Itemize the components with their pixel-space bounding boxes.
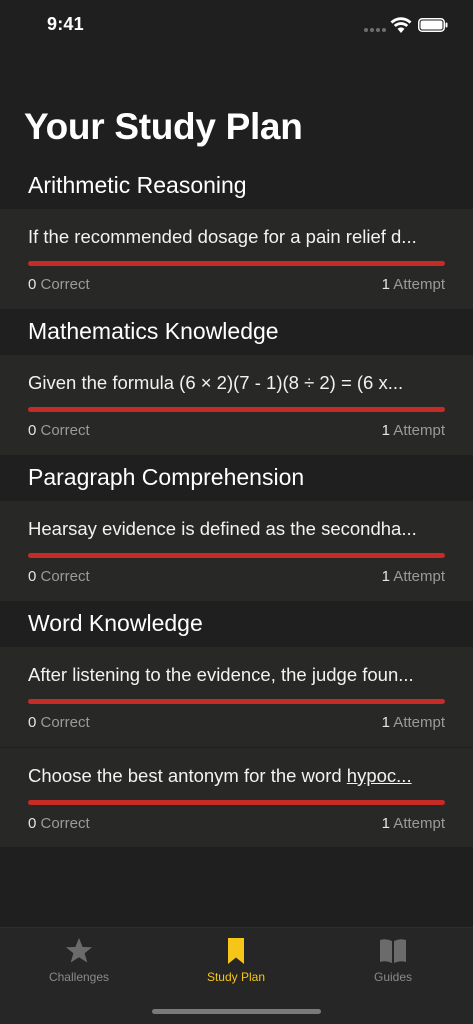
book-icon: [380, 939, 406, 963]
question-text: Hearsay evidence is defined as the secon…: [28, 518, 417, 539]
question-card[interactable]: Choose the best antonym for the word hyp…: [0, 747, 473, 847]
wifi-icon: [390, 17, 412, 33]
question-card[interactable]: Given the formula (6 × 2)(7 - 1)(8 ÷ 2) …: [0, 355, 473, 455]
tab-guides[interactable]: Guides: [333, 936, 453, 984]
section-header-mathematics-knowledge: Mathematics Knowledge: [0, 309, 473, 355]
tab-challenges[interactable]: Challenges: [19, 936, 139, 984]
underlined-word: hypoc...: [346, 765, 412, 786]
progress-bar: [28, 261, 445, 266]
attempt-count: 1 Attempt: [381, 815, 445, 832]
attempt-count: 1 Attempt: [381, 276, 445, 293]
question-text: Choose the best antonym for the word hyp…: [28, 765, 412, 786]
section-header-word-knowledge: Word Knowledge: [0, 601, 473, 647]
bookmark-icon: [228, 938, 244, 964]
attempt-count: 1 Attempt: [381, 568, 445, 585]
question-card[interactable]: After listening to the evidence, the jud…: [0, 647, 473, 747]
progress-bar: [28, 407, 445, 412]
cellular-signal-icon: [364, 28, 386, 32]
question-text: If the recommended dosage for a pain rel…: [28, 226, 417, 247]
tab-study-plan[interactable]: Study Plan: [176, 936, 296, 984]
question-text: Given the formula (6 × 2)(7 - 1)(8 ÷ 2) …: [28, 372, 404, 393]
battery-icon: [418, 18, 448, 32]
progress-bar: [28, 800, 445, 805]
tab-label: Study Plan: [206, 970, 266, 984]
status-bar: 9:41: [0, 0, 473, 52]
study-plan-list: Arithmetic Reasoning If the recommended …: [0, 163, 473, 847]
correct-count: 0 Correct: [28, 714, 90, 731]
tab-label: Challenges: [48, 970, 110, 984]
progress-bar: [28, 699, 445, 704]
correct-count: 0 Correct: [28, 815, 90, 832]
section-header-paragraph-comprehension: Paragraph Comprehension: [0, 455, 473, 501]
correct-count: 0 Correct: [28, 568, 90, 585]
correct-count: 0 Correct: [28, 276, 90, 293]
home-indicator: [152, 1009, 321, 1014]
tab-label: Guides: [373, 970, 413, 984]
attempt-count: 1 Attempt: [381, 422, 445, 439]
question-card[interactable]: If the recommended dosage for a pain rel…: [0, 209, 473, 309]
progress-bar: [28, 553, 445, 558]
section-header-arithmetic-reasoning: Arithmetic Reasoning: [0, 163, 473, 209]
page-title: Your Study Plan: [24, 106, 303, 147]
status-time: 9:41: [47, 14, 84, 34]
screen: 9:41 Your Study Plan Arithmetic Reasonin…: [0, 0, 473, 1024]
correct-count: 0 Correct: [28, 422, 90, 439]
attempt-count: 1 Attempt: [381, 714, 445, 731]
star-icon: [66, 938, 92, 963]
question-text: After listening to the evidence, the jud…: [28, 664, 414, 685]
question-card[interactable]: Hearsay evidence is defined as the secon…: [0, 501, 473, 601]
